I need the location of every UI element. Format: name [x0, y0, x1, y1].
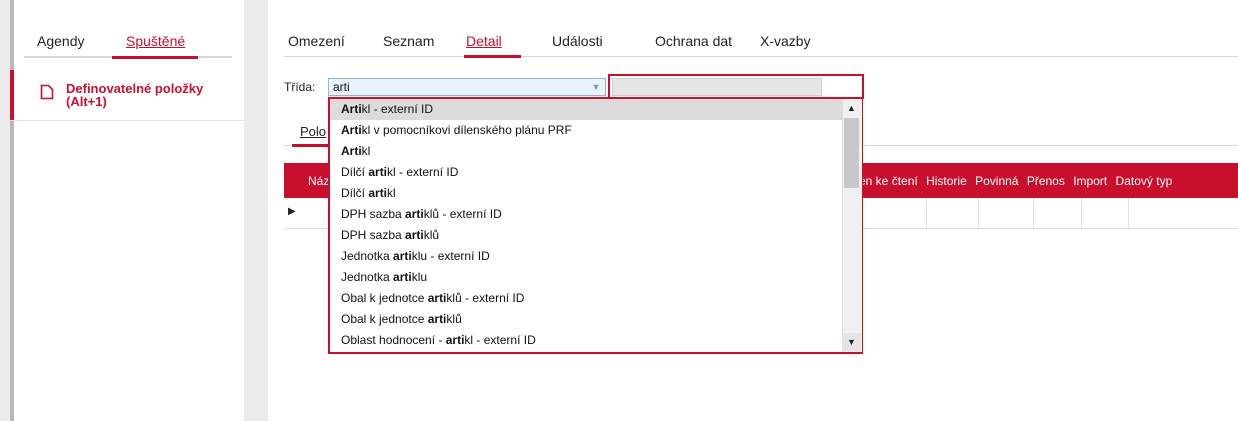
class-combo-input[interactable]: [328, 78, 606, 96]
option-match-text: arti: [393, 270, 412, 284]
grid-column-header-name[interactable]: Náz: [308, 174, 329, 188]
main-tabs-divider: [284, 56, 1238, 57]
document-icon: [40, 84, 54, 100]
option-text: kl - externí ID: [361, 102, 434, 116]
grid-column-headers: en ke čtení Historie Povinná Přenos Impo…: [859, 174, 1177, 188]
option-text: klů - externí ID: [423, 207, 502, 221]
tab-x-vazby[interactable]: X-vazby: [760, 33, 811, 49]
option-text: Dílčí: [341, 165, 369, 179]
option-match-text: arti: [427, 312, 447, 326]
tab-agendy[interactable]: Agendy: [37, 33, 84, 49]
option-match-text: arti: [368, 165, 388, 179]
scroll-up-icon[interactable]: ▲: [842, 99, 861, 117]
dropdown-option[interactable]: Obal k jednotce artiklů: [330, 309, 842, 330]
grid-column-header[interactable]: Povinná: [975, 174, 1018, 188]
dropdown-option[interactable]: Artikl v pomocníkovi dílenského plánu PR…: [330, 120, 842, 141]
grid-cell-divider: [1081, 198, 1082, 228]
option-match-text: Arti: [341, 144, 362, 158]
row-selector-arrow-icon: ▶: [288, 206, 296, 217]
dropdown-option[interactable]: Dílčí artikl - externí ID: [330, 162, 842, 183]
option-text: Oblast hodnocení -: [341, 333, 446, 347]
option-text: DPH sazba: [341, 228, 406, 242]
option-text: klů: [423, 228, 440, 242]
dropdown-option[interactable]: DPH sazba artiklů - externí ID: [330, 204, 842, 225]
option-match-text: arti: [368, 186, 388, 200]
sidebar-item-label: Definovatelné položky (Alt+1): [66, 81, 204, 109]
scroll-down-icon[interactable]: ▼: [842, 333, 861, 351]
option-match-text: arti: [445, 333, 465, 347]
sidebar-item-active-marker: [10, 70, 14, 120]
option-text: kl: [361, 144, 371, 158]
sidebar-left-border: [10, 0, 14, 421]
tab-ochrana-dat[interactable]: Ochrana dat: [655, 33, 732, 49]
option-match-text: arti: [405, 207, 424, 221]
option-text: kl - externí ID: [464, 333, 536, 347]
option-text: Jednotka: [341, 249, 394, 263]
option-match-text: arti: [405, 228, 424, 242]
grid-column-header[interactable]: Import: [1073, 174, 1107, 188]
option-text: kl v pomocníkovi dílenského plánu PRF: [361, 123, 572, 137]
dropdown-option[interactable]: Oblast hodnocení - artikl - externí ID: [330, 330, 842, 351]
dropdown-option[interactable]: Obal k jednotce artiklů - externí ID: [330, 288, 842, 309]
dropdown-scrollbar-thumb[interactable]: [844, 118, 859, 188]
tab-udalosti[interactable]: Události: [552, 33, 603, 49]
option-text: klů - externí ID: [446, 291, 525, 305]
tab-spustene[interactable]: Spuštěné: [126, 33, 185, 49]
main-active-tab-indicator: [464, 55, 521, 58]
option-text: kl - externí ID: [387, 165, 459, 179]
option-text: klů: [446, 312, 462, 326]
grid-cell-divider: [978, 198, 979, 228]
tab-detail[interactable]: Detail: [466, 33, 502, 49]
dropdown-option[interactable]: Jednotka artiklu: [330, 267, 842, 288]
option-text: kl: [387, 186, 396, 200]
grid-column-header[interactable]: Datový typ: [1116, 174, 1173, 188]
tab-omezeni[interactable]: Omezení: [288, 33, 345, 49]
sidebar: [10, 0, 244, 421]
grid-cell-divider: [1033, 198, 1034, 228]
option-match-text: arti: [427, 291, 447, 305]
option-match-text: Arti: [341, 102, 362, 116]
option-match-text: arti: [393, 249, 412, 263]
dropdown-option[interactable]: Artikl: [330, 141, 842, 162]
class-secondary-field[interactable]: [612, 78, 822, 96]
option-text: klu: [411, 270, 428, 284]
dropdown-option[interactable]: Jednotka artiklu - externí ID: [330, 246, 842, 267]
grid-cell-divider: [1128, 198, 1129, 228]
option-text: klu - externí ID: [411, 249, 490, 263]
dropdown-option[interactable]: Dílčí artikl: [330, 183, 842, 204]
grid-column-header[interactable]: Přenos: [1027, 174, 1065, 188]
subtab-polozky[interactable]: Polo: [300, 124, 326, 139]
option-text: Jednotka: [341, 270, 394, 284]
dropdown-option[interactable]: DPH sazba artiklů: [330, 225, 842, 246]
option-text: Obal k jednotce: [341, 312, 428, 326]
grid-column-header[interactable]: en ke čtení: [859, 174, 918, 188]
option-text: DPH sazba: [341, 207, 406, 221]
tab-seznam[interactable]: Seznam: [383, 33, 434, 49]
option-match-text: Arti: [341, 123, 362, 137]
combo-dropdown-arrow-icon[interactable]: ▼: [588, 80, 604, 94]
option-text: Dílčí: [341, 186, 369, 200]
option-text: Obal k jednotce: [341, 291, 428, 305]
autocomplete-list: Artikl - externí ID Artikl v pomocníkovi …: [330, 99, 842, 352]
grid-column-header[interactable]: Historie: [926, 174, 967, 188]
grid-cell-divider: [926, 198, 927, 228]
sidebar-active-tab-indicator: [112, 56, 198, 59]
dropdown-option[interactable]: Artikl - externí ID: [330, 99, 842, 120]
class-label: Třída:: [284, 80, 316, 94]
